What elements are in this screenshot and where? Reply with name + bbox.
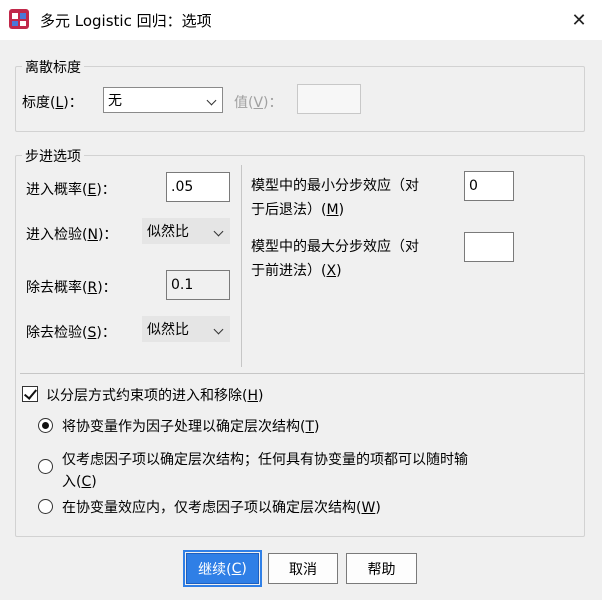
vertical-divider bbox=[241, 165, 242, 367]
radio-covariates-as-factors-label[interactable]: 将协变量作为因子处理以确定层次结构(T) bbox=[62, 416, 320, 436]
radio-within-covariate-effects-label[interactable]: 在协变量效应内，仅考虑因子项以确定层次结构(W) bbox=[62, 497, 381, 517]
hierarchy-checkbox-label[interactable]: 以分层方式约束项的进入和移除(H) bbox=[46, 385, 263, 405]
hierarchy-checkbox[interactable] bbox=[22, 386, 38, 402]
scale-select[interactable]: 无 bbox=[103, 87, 223, 113]
title-bar: 多元 Logistic 回归：选项 ✕ bbox=[0, 0, 602, 40]
chevron-down-icon bbox=[213, 324, 224, 335]
removal-prob-label: 除去概率(R)： bbox=[26, 280, 117, 296]
removal-test-select[interactable]: 似然比 bbox=[142, 316, 230, 342]
horizontal-divider bbox=[20, 373, 584, 374]
entry-test-select[interactable]: 似然比 bbox=[142, 218, 230, 244]
removal-test-label: 除去检验(S)： bbox=[26, 325, 116, 341]
radio-covariates-as-factors[interactable] bbox=[38, 418, 53, 433]
max-effects-input[interactable] bbox=[464, 232, 514, 262]
help-button[interactable]: 帮助 bbox=[346, 553, 417, 584]
spss-icon bbox=[9, 9, 29, 29]
max-effects-label-line1: 模型中的最大分步效应（对 bbox=[251, 239, 419, 255]
chevron-down-icon bbox=[213, 226, 224, 237]
min-effects-label-line1: 模型中的最小分步效应（对 bbox=[251, 178, 419, 194]
cancel-button[interactable]: 取消 bbox=[268, 553, 338, 584]
radio-factor-terms-only[interactable] bbox=[38, 459, 53, 474]
value-label: 值(V)： bbox=[234, 95, 283, 111]
value-input[interactable] bbox=[297, 84, 361, 114]
scale-label: 标度(L)： bbox=[22, 95, 83, 111]
radio-factor-terms-only-label-line2[interactable]: 入(C) bbox=[62, 471, 97, 491]
window-title: 多元 Logistic 回归：选项 bbox=[40, 12, 212, 30]
entry-test-label: 进入检验(N)： bbox=[26, 227, 118, 243]
radio-factor-terms-only-label-line1[interactable]: 仅考虑因子项以确定层次结构；任何具有协变量的项都可以随时输 bbox=[62, 449, 468, 469]
max-effects-label-line2: 于前进法）(X) bbox=[251, 263, 342, 279]
chevron-down-icon bbox=[206, 95, 217, 106]
entry-prob-label: 进入概率(E)： bbox=[26, 182, 116, 198]
min-effects-input[interactable]: 0 bbox=[464, 171, 514, 201]
min-effects-label-line2: 于后退法）(M) bbox=[251, 202, 345, 218]
radio-within-covariate-effects[interactable] bbox=[38, 499, 53, 514]
close-icon[interactable]: ✕ bbox=[556, 0, 602, 40]
entry-prob-input[interactable]: .05 bbox=[166, 172, 230, 202]
removal-prob-input[interactable]: 0.1 bbox=[166, 270, 230, 300]
dispersion-legend: 离散标度 bbox=[22, 57, 84, 77]
continue-button[interactable]: 继续(C) bbox=[183, 550, 262, 587]
stepwise-legend: 步进选项 bbox=[22, 146, 84, 166]
